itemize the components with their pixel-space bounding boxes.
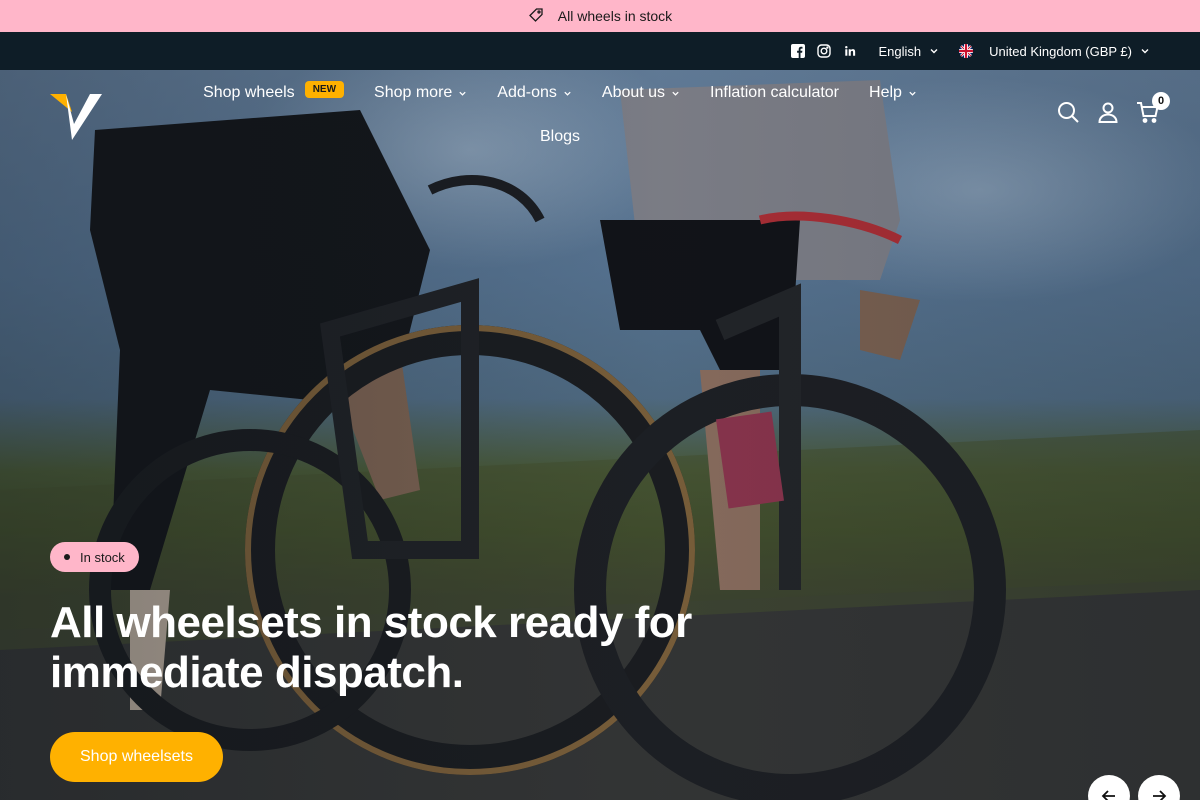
country-label: United Kingdom (GBP £)	[989, 43, 1132, 59]
nav-row-primary: Shop wheels NEW Shop more Add-ons About …	[180, 78, 940, 108]
announcement-text: All wheels in stock	[557, 8, 673, 24]
uk-flag-icon	[959, 44, 974, 58]
nav-label: Add-ons	[497, 84, 557, 101]
language-selector[interactable]: English	[879, 44, 940, 59]
nav-label: Shop more	[374, 84, 453, 101]
nav-label: Help	[869, 84, 902, 101]
language-label: English	[878, 43, 922, 59]
linkedin-icon[interactable]	[843, 44, 857, 58]
account-icon[interactable]	[1096, 100, 1120, 124]
status-dot-icon	[64, 554, 70, 560]
chevron-down-icon	[909, 91, 916, 96]
arrow-left-icon	[1101, 790, 1115, 800]
chevron-down-icon	[930, 49, 938, 54]
arrow-right-icon	[1153, 790, 1167, 800]
nav-item-help[interactable]: Help	[854, 84, 932, 102]
new-badge: NEW	[304, 80, 345, 98]
tag-icon	[528, 7, 544, 26]
hero-headline-line-2: immediate dispatch.	[50, 648, 464, 697]
chevron-down-icon	[672, 91, 679, 96]
in-stock-label: In stock	[80, 549, 125, 565]
chevron-down-icon	[459, 91, 466, 96]
nav-row-secondary: Blogs	[180, 122, 940, 152]
nav-item-add-ons[interactable]: Add-ons	[482, 84, 587, 102]
nav-item-about-us[interactable]: About us	[587, 84, 695, 102]
nav-item-shop-wheels[interactable]: Shop wheels NEW	[188, 80, 359, 102]
nav-item-inflation-calculator[interactable]: Inflation calculator	[695, 84, 854, 102]
hero-headline-line-1: All wheelsets in stock ready for	[50, 598, 692, 647]
announcement-bar: All wheels in stock	[0, 0, 1200, 32]
nav-label: Inflation calculator	[710, 84, 840, 101]
search-icon[interactable]	[1056, 100, 1080, 124]
nav-label: Blogs	[539, 128, 581, 145]
cart-count-badge: 0	[1152, 92, 1170, 110]
in-stock-badge: In stock	[50, 542, 139, 572]
logo-icon	[50, 94, 102, 140]
social-links	[790, 44, 857, 58]
instagram-icon[interactable]	[816, 44, 831, 58]
utility-bar: English United Kingdom (GBP £)	[0, 32, 1200, 70]
brand-logo[interactable]	[50, 92, 104, 140]
nav-label: About us	[601, 84, 666, 101]
nav-item-blogs[interactable]: Blogs	[525, 128, 595, 146]
cart-icon[interactable]: 0	[1136, 92, 1170, 124]
header-actions: 0	[1056, 92, 1170, 124]
nav-item-shop-more[interactable]: Shop more	[359, 84, 482, 102]
country-selector[interactable]: United Kingdom (GBP £)	[959, 44, 1150, 59]
facebook-icon[interactable]	[790, 44, 805, 58]
chevron-down-icon	[1141, 49, 1149, 54]
hero-headline: All wheelsets in stock ready for immedia…	[50, 598, 710, 698]
nav-label: Shop wheels	[203, 84, 295, 101]
shop-wheelsets-button[interactable]: Shop wheelsets	[50, 732, 223, 782]
main-nav: Shop wheels NEW Shop more Add-ons About …	[180, 78, 940, 152]
chevron-down-icon	[564, 91, 571, 96]
